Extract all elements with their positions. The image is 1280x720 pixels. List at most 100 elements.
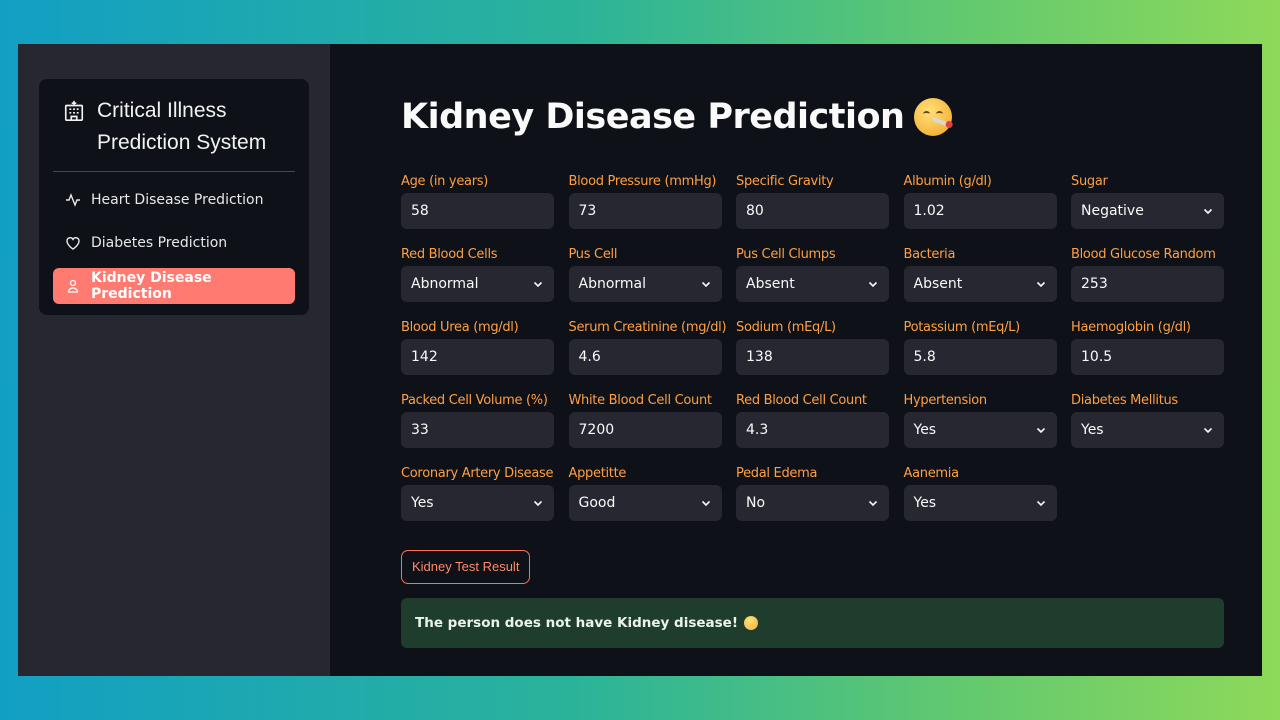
chevron-down-icon[interactable]: [1035, 278, 1047, 290]
select-pedal-edema[interactable]: No: [736, 485, 889, 521]
select-pus-cell[interactable]: Abnormal: [568, 266, 722, 302]
result-alert: The person does not have Kidney disease!: [401, 598, 1224, 648]
chevron-down-icon[interactable]: [1202, 205, 1214, 217]
select-diabetes-mellitus[interactable]: Yes: [1071, 412, 1224, 448]
divider: [53, 171, 295, 172]
input-specific-gravity[interactable]: 80: [736, 193, 889, 229]
field-label: Red Blood Cell Count: [736, 393, 867, 408]
field-value: Yes: [1081, 422, 1104, 438]
field-value: Yes: [913, 422, 937, 438]
nav-item-kidney[interactable]: Kidney Disease Prediction: [53, 268, 295, 304]
field-value: 58: [411, 203, 429, 219]
select-red-blood-cells[interactable]: Abnormal: [401, 266, 554, 302]
input-blood-urea-mg-dl[interactable]: 142: [401, 339, 554, 375]
field-label: Haemoglobin (g/dl): [1071, 320, 1191, 335]
field-haemoglobin-g-dl: Haemoglobin (g/dl) 10.5: [1071, 320, 1224, 375]
select-aanemia[interactable]: Yes: [903, 485, 1057, 521]
input-serum-creatinine-mg-dl[interactable]: 4.6: [568, 339, 722, 375]
field-value: No: [746, 495, 766, 511]
field-value: 5.8: [913, 349, 936, 365]
input-sodium-meq-l[interactable]: 138: [736, 339, 889, 375]
chevron-down-icon[interactable]: [1202, 424, 1214, 436]
field-appetitte: Appetitte Good: [568, 466, 722, 521]
input-packed-cell-volume[interactable]: 33: [401, 412, 554, 448]
field-value: Absent: [913, 276, 963, 292]
field-label: Blood Urea (mg/dl): [401, 320, 519, 335]
select-pus-cell-clumps[interactable]: Absent: [736, 266, 889, 302]
field-value: 4.6: [578, 349, 601, 365]
field-value: Yes: [913, 495, 937, 511]
field-red-blood-cell-count: Red Blood Cell Count 4.3: [736, 393, 889, 448]
chevron-down-icon[interactable]: [1035, 424, 1047, 436]
field-value: Good: [578, 495, 616, 511]
field-value: Yes: [411, 495, 434, 511]
result-text: The person does not have Kidney disease!: [415, 615, 738, 631]
field-label: Serum Creatinine (mg/dl): [568, 320, 727, 335]
field-label: Sugar: [1071, 174, 1108, 189]
field-label: Specific Gravity: [736, 174, 834, 189]
field-label: Pedal Edema: [736, 466, 818, 481]
input-potassium-meq-l[interactable]: 5.8: [903, 339, 1057, 375]
nav-item-label: Heart Disease Prediction: [91, 192, 264, 208]
field-coronary-artery-disease: Coronary Artery Disease Yes: [401, 466, 554, 521]
input-haemoglobin-g-dl[interactable]: 10.5: [1071, 339, 1224, 375]
field-value: 10.5: [1081, 349, 1113, 365]
field-value: Abnormal: [578, 276, 647, 292]
nav-item-heart[interactable]: Heart Disease Prediction: [53, 182, 295, 218]
field-label: Pus Cell: [568, 247, 618, 262]
field-albumin-g-dl: Albumin (g/dl) 1.02: [903, 174, 1057, 229]
field-blood-glucose-random: Blood Glucose Random 253: [1071, 247, 1224, 302]
select-hypertension[interactable]: Yes: [903, 412, 1057, 448]
input-white-blood-cell-count[interactable]: 7200: [568, 412, 722, 448]
field-label: Blood Pressure (mmHg): [568, 174, 717, 189]
field-blood-urea-mg-dl: Blood Urea (mg/dl) 142: [401, 320, 554, 375]
field-value: 138: [746, 349, 773, 365]
chevron-down-icon[interactable]: [532, 278, 544, 290]
select-bacteria[interactable]: Absent: [903, 266, 1057, 302]
field-label: Albumin (g/dl): [903, 174, 992, 189]
sidebar: Critical Illness Prediction System Heart…: [18, 44, 330, 676]
chevron-down-icon[interactable]: [1035, 497, 1047, 509]
field-label: Potassium (mEq/L): [903, 320, 1021, 335]
field-value: 142: [411, 349, 438, 365]
hospital-icon: [64, 100, 84, 121]
input-albumin-g-dl[interactable]: 1.02: [903, 193, 1057, 229]
field-specific-gravity: Specific Gravity 80: [736, 174, 889, 229]
field-diabetes-mellitus: Diabetes Mellitus Yes: [1071, 393, 1224, 448]
field-serum-creatinine-mg-dl: Serum Creatinine (mg/dl) 4.6: [568, 320, 727, 375]
field-label: Sodium (mEq/L): [736, 320, 836, 335]
menu-header: Critical Illness Prediction System: [53, 89, 295, 167]
nav-item-label: Kidney Disease Prediction: [91, 270, 212, 302]
field-label: Hypertension: [903, 393, 988, 408]
activity-icon: [66, 193, 80, 207]
field-label: Coronary Artery Disease: [401, 466, 554, 481]
select-sugar[interactable]: Negative: [1071, 193, 1224, 229]
page-title-text: Kidney Disease Prediction: [401, 97, 905, 137]
chevron-down-icon[interactable]: [700, 497, 712, 509]
field-packed-cell-volume: Packed Cell Volume (%) 33: [401, 393, 554, 448]
chevron-down-icon[interactable]: [867, 497, 879, 509]
field-label: Packed Cell Volume (%): [401, 393, 548, 408]
field-label: Pus Cell Clumps: [736, 247, 836, 262]
input-blood-glucose-random[interactable]: 253: [1071, 266, 1224, 302]
field-label: Blood Glucose Random: [1071, 247, 1216, 262]
select-coronary-artery-disease[interactable]: Yes: [401, 485, 554, 521]
input-age-in-years[interactable]: 58: [401, 193, 554, 229]
field-value: Abnormal: [411, 276, 479, 292]
select-appetitte[interactable]: Good: [568, 485, 722, 521]
chevron-down-icon[interactable]: [532, 497, 544, 509]
field-value: 7200: [578, 422, 615, 438]
input-blood-pressure-mmhg[interactable]: 73: [568, 193, 722, 229]
kidney-test-result-button[interactable]: Kidney Test Result: [401, 550, 531, 584]
field-pus-cell-clumps: Pus Cell Clumps Absent: [736, 247, 889, 302]
field-value: 33: [411, 422, 429, 438]
nav-item-diabetes[interactable]: Diabetes Prediction: [53, 225, 295, 261]
field-value: 253: [1081, 276, 1108, 292]
field-label: Diabetes Mellitus: [1071, 393, 1178, 408]
field-label: White Blood Cell Count: [568, 393, 713, 408]
chevron-down-icon[interactable]: [700, 278, 712, 290]
chevron-down-icon[interactable]: [867, 278, 879, 290]
person-icon: [67, 279, 79, 293]
input-red-blood-cell-count[interactable]: 4.3: [736, 412, 889, 448]
field-value: Negative: [1081, 203, 1144, 219]
